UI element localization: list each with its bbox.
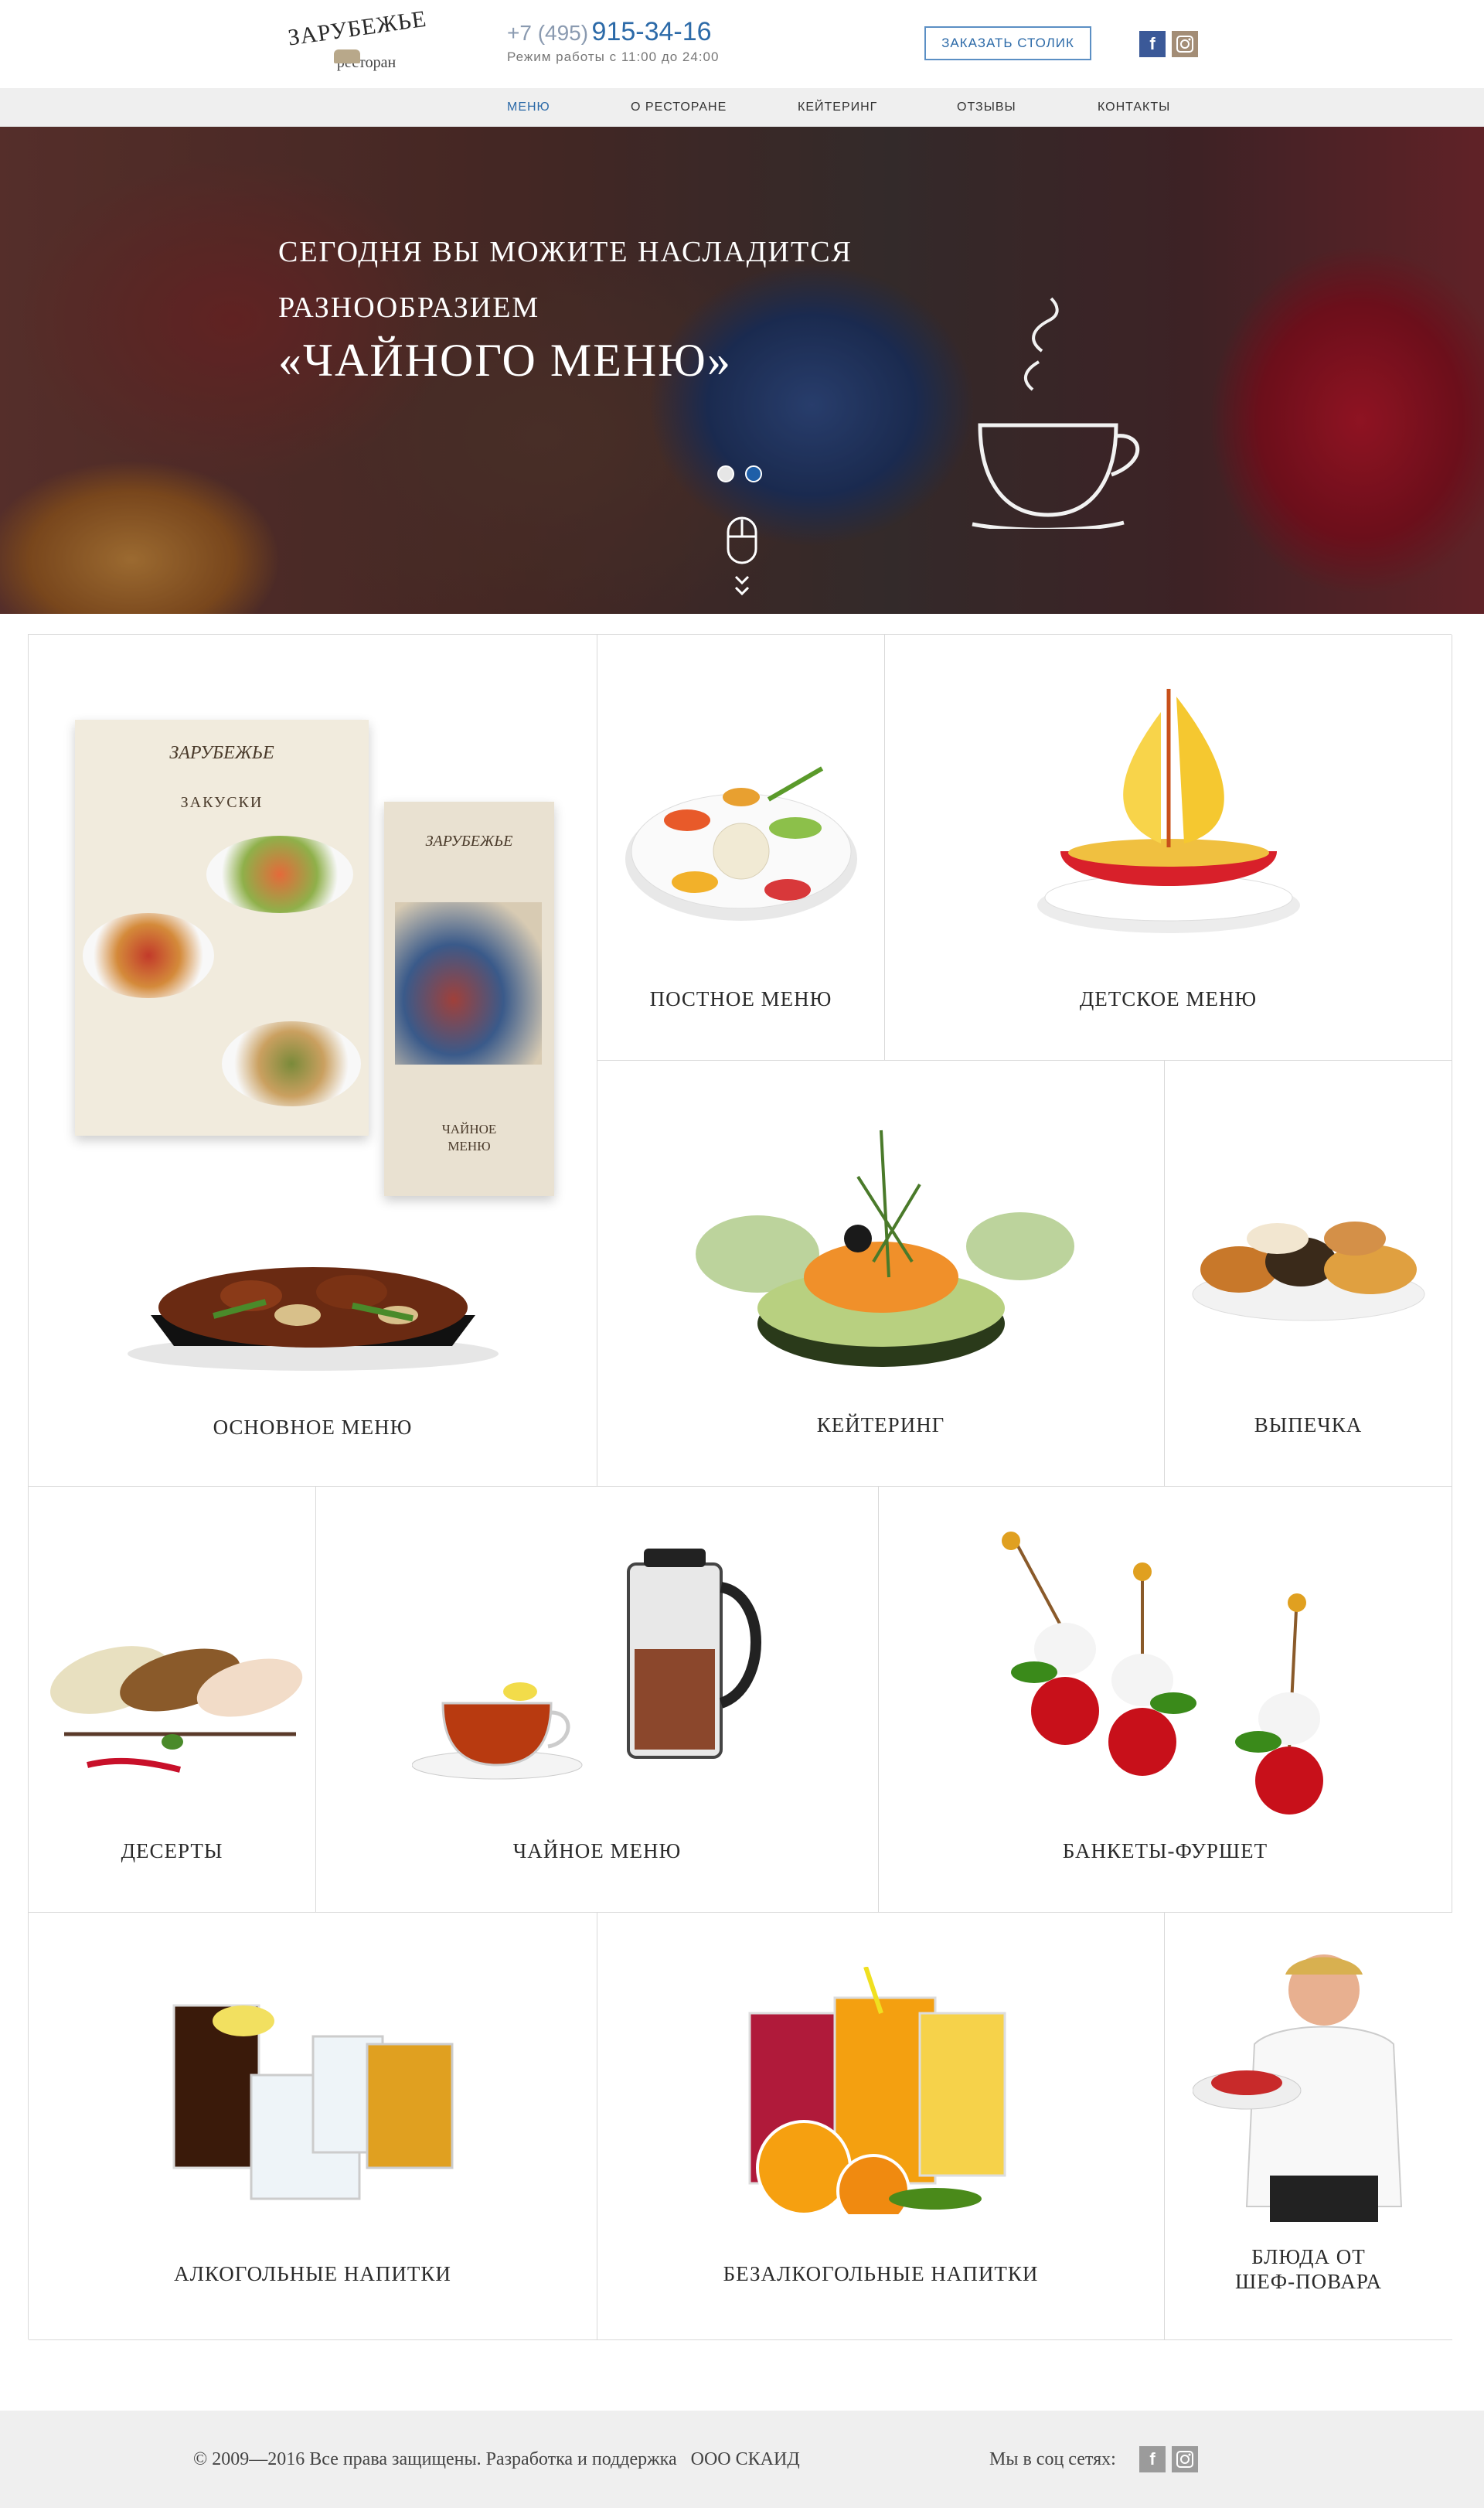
tile-label: ЧАЙНОЕ МЕНЮ bbox=[512, 1839, 682, 1862]
footer-social: f bbox=[1139, 2446, 1198, 2472]
nav-item-contacts[interactable]: КОНТАКТЫ bbox=[1098, 101, 1170, 114]
nav-item-catering[interactable]: КЕЙТЕРИНГ bbox=[798, 101, 877, 114]
tile-label: ДЕТСКОЕ МЕНЮ bbox=[1079, 987, 1258, 1010]
tile-label: ПОСТНОЕ МЕНЮ bbox=[649, 987, 832, 1010]
tile-label: ВЫПЕЧКА bbox=[1254, 1413, 1363, 1436]
kids-dish-photo bbox=[1036, 689, 1300, 933]
chef-photo bbox=[1193, 1954, 1403, 2222]
facebook-icon[interactable]: f bbox=[1139, 31, 1166, 57]
menu-booklet-inner: ЗАРУБЕЖЬЕ ЗАКУСКИ bbox=[75, 720, 369, 1136]
teacup-icon bbox=[972, 297, 1140, 529]
tile-banquet[interactable]: БАНКЕТЫ-ФУРШЕТ bbox=[879, 1487, 1452, 1913]
hero-slider: СЕГОДНЯ ВЫ МОЖИТЕ НАСЛАДИТСЯ РАЗНООБРАЗИ… bbox=[0, 127, 1484, 614]
social-label: Мы в соц сетях: bbox=[989, 2449, 1116, 2469]
nav-item-menu[interactable]: МЕНЮ bbox=[507, 101, 550, 114]
cover-title-2: МЕНЮ bbox=[448, 1139, 491, 1153]
hero-line-3: «ЧАЙНОГО МЕНЮ» bbox=[278, 335, 732, 386]
logo[interactable]: ЗАРУБЕЖЬЕ ресторан bbox=[286, 6, 428, 85]
booklet-section: ЗАКУСКИ bbox=[180, 794, 264, 811]
tile-bakery[interactable]: ВЫПЕЧКА bbox=[1165, 1061, 1452, 1487]
catering-dish-photo bbox=[695, 1130, 1074, 1367]
tile-desserts[interactable]: ДЕСЕРТЫ bbox=[29, 1487, 316, 1913]
lenten-dish-photo bbox=[625, 766, 857, 921]
tile-label: АЛКОГОЛЬНЫЕ НАПИТКИ bbox=[174, 2262, 451, 2285]
food-photo bbox=[222, 1021, 361, 1106]
instagram-icon[interactable] bbox=[1172, 2446, 1198, 2472]
logo-hat-icon bbox=[334, 49, 360, 63]
reserve-table-button[interactable]: ЗАКАЗАТЬ СТОЛИК bbox=[924, 26, 1091, 60]
main-dish-photo bbox=[127, 1267, 499, 1371]
site-header: ЗАРУБЕЖЬЕ ресторан +7 (495) 915-34-16 Ре… bbox=[0, 0, 1484, 88]
tile-label: БЕЗАЛКОГОЛЬНЫЕ НАПИТКИ bbox=[723, 2262, 1039, 2285]
hero-line-1: СЕГОДНЯ ВЫ МОЖИТЕ НАСЛАДИТСЯ bbox=[278, 236, 853, 268]
phone-number: 915-34-16 bbox=[591, 17, 712, 46]
opening-hours: Режим работы с 11:00 до 24:00 bbox=[507, 49, 720, 64]
developer-link[interactable]: ООО СКАИД bbox=[691, 2449, 800, 2469]
tile-kids-menu[interactable]: ДЕТСКОЕ МЕНЮ bbox=[885, 635, 1452, 1061]
phone-code: +7 (495) bbox=[507, 21, 589, 45]
nav-item-about[interactable]: О РЕСТОРАНЕ bbox=[631, 101, 727, 114]
tile-chef-dishes[interactable]: БЛЮДА ОТ ШЕФ-ПОВАРА bbox=[1165, 1913, 1452, 2340]
copyright: © 2009—2016 Все права защищены. Разработ… bbox=[193, 2449, 800, 2470]
facebook-icon[interactable]: f bbox=[1139, 2446, 1166, 2472]
nav-item-reviews[interactable]: ОТЗЫВЫ bbox=[957, 101, 1016, 114]
booklet-brand: ЗАРУБЕЖЬЕ bbox=[169, 743, 274, 763]
site-footer: © 2009—2016 Все права защищены. Разработ… bbox=[0, 2411, 1484, 2508]
copyright-text: © 2009—2016 Все права защищены. Разработ… bbox=[193, 2449, 677, 2469]
dessert-photo bbox=[49, 1646, 302, 1773]
tile-soft-drinks[interactable]: БЕЗАЛКОГОЛЬНЫЕ НАПИТКИ bbox=[597, 1913, 1165, 2340]
alcohol-photo bbox=[172, 2004, 453, 2200]
menu-grid: ЗАРУБЕЖЬЕ ЗАКУСКИ ЗАРУБЕЖЬЕ ЧАЙНОЕ МЕНЮ … bbox=[28, 634, 1452, 2340]
hero-line-2: РАЗНООБРАЗИЕМ bbox=[278, 291, 540, 324]
slider-dot-2[interactable] bbox=[745, 465, 762, 482]
tile-label: БАНКЕТЫ-ФУРШЕТ bbox=[1062, 1839, 1268, 1862]
logo-name: ЗАРУБЕЖЬЕ bbox=[286, 5, 429, 51]
tile-label-line-1: БЛЮДА ОТ bbox=[1251, 2245, 1366, 2268]
tea-photo bbox=[411, 1549, 761, 1780]
slider-dots bbox=[717, 465, 762, 482]
tile-catering[interactable]: КЕЙТЕРИНГ bbox=[597, 1061, 1165, 1487]
cover-brand: ЗАРУБЕЖЬЕ bbox=[425, 833, 513, 850]
tile-main-menu[interactable]: ЗАРУБЕЖЬЕ ЗАКУСКИ ЗАРУБЕЖЬЕ ЧАЙНОЕ МЕНЮ … bbox=[29, 635, 597, 1487]
header-social: f bbox=[1139, 31, 1198, 57]
tile-label: ОСНОВНОЕ МЕНЮ bbox=[213, 1416, 413, 1439]
bakery-photo bbox=[1192, 1222, 1424, 1321]
instagram-icon[interactable] bbox=[1172, 31, 1198, 57]
food-photo bbox=[206, 836, 353, 913]
food-photo bbox=[83, 913, 214, 998]
tile-lenten-menu[interactable]: ПОСТНОЕ МЕНЮ bbox=[597, 635, 885, 1061]
cover-title-1: ЧАЙНОЕ bbox=[441, 1122, 497, 1136]
tile-alcohol[interactable]: АЛКОГОЛЬНЫЕ НАПИТКИ bbox=[29, 1913, 597, 2340]
main-nav: МЕНЮ О РЕСТОРАНЕ КЕЙТЕРИНГ ОТЗЫВЫ КОНТАК… bbox=[0, 88, 1484, 127]
slider-dot-1[interactable] bbox=[717, 465, 734, 482]
soft-drinks-photo bbox=[748, 1967, 1006, 2214]
menu-booklet-cover: ЗАРУБЕЖЬЕ ЧАЙНОЕ МЕНЮ bbox=[384, 802, 554, 1196]
tile-label: КЕЙТЕРИНГ bbox=[816, 1413, 945, 1436]
tile-tea-menu[interactable]: ЧАЙНОЕ МЕНЮ bbox=[316, 1487, 879, 1913]
phone[interactable]: +7 (495) 915-34-16 bbox=[507, 17, 712, 47]
banquet-photo bbox=[1001, 1532, 1323, 1815]
mouse-scroll-icon[interactable] bbox=[727, 516, 757, 601]
cover-photo bbox=[395, 902, 542, 1065]
tile-label-line-2: ШЕФ-ПОВАРА bbox=[1235, 2270, 1382, 2293]
tile-label: ДЕСЕРТЫ bbox=[121, 1839, 223, 1862]
